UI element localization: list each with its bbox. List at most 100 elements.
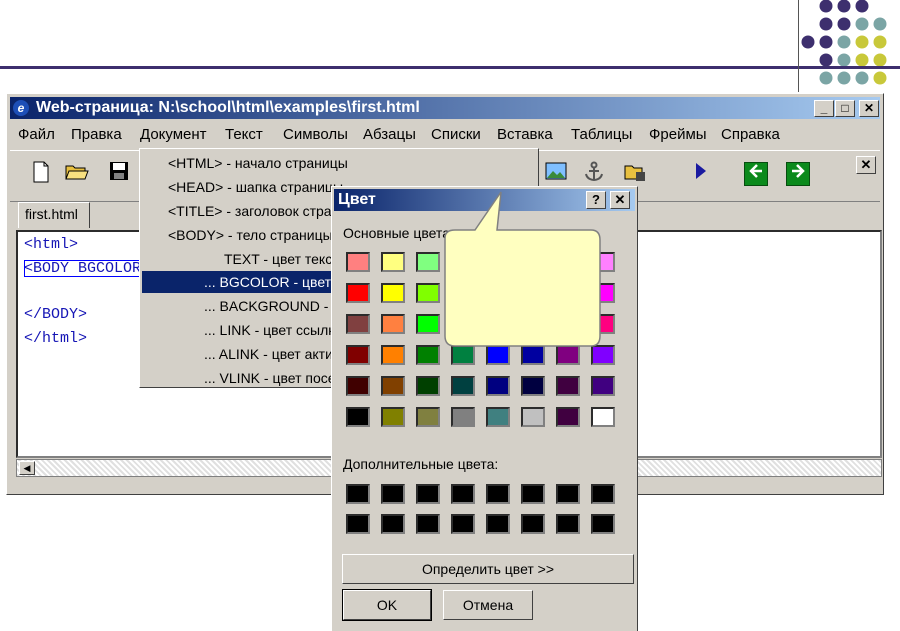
dropdown-item-html[interactable]: <HTML> - начало страницы bbox=[168, 152, 348, 174]
custom-color-swatch[interactable] bbox=[416, 514, 440, 534]
menu-edit[interactable]: Правка bbox=[71, 126, 122, 143]
custom-color-swatch[interactable] bbox=[486, 484, 510, 504]
basic-color-swatch[interactable] bbox=[486, 407, 510, 427]
decorative-dot bbox=[819, 53, 833, 67]
decorative-dot bbox=[873, 53, 887, 67]
basic-color-swatch[interactable] bbox=[346, 314, 370, 334]
play-icon[interactable] bbox=[688, 161, 714, 187]
basic-color-swatch[interactable] bbox=[451, 407, 475, 427]
custom-color-swatch[interactable] bbox=[486, 514, 510, 534]
custom-color-swatch[interactable] bbox=[381, 484, 405, 504]
basic-color-swatch[interactable] bbox=[381, 314, 405, 334]
dropdown-item-head[interactable]: <HEAD> - шапка страницы bbox=[168, 176, 343, 198]
basic-color-swatch[interactable] bbox=[451, 376, 475, 396]
app-icon: e bbox=[13, 100, 29, 116]
code-line-5: </html> bbox=[24, 330, 88, 347]
basic-color-swatch[interactable] bbox=[486, 376, 510, 396]
decorative-dot bbox=[855, 71, 869, 85]
decorative-dot bbox=[837, 0, 851, 13]
insert-anchor-icon[interactable] bbox=[581, 161, 607, 187]
basic-color-swatch[interactable] bbox=[381, 376, 405, 396]
custom-color-swatch[interactable] bbox=[591, 514, 615, 534]
basic-color-swatch[interactable] bbox=[346, 407, 370, 427]
decorative-dot bbox=[801, 35, 815, 49]
back-arrow-icon[interactable] bbox=[744, 162, 768, 186]
tab-first-html[interactable]: first.html bbox=[18, 202, 90, 228]
basic-color-swatch[interactable] bbox=[381, 345, 405, 365]
title-bar[interactable]: e Web-страница: N:\school\html\examples\… bbox=[10, 97, 880, 119]
toolbar-close-button[interactable]: ✕ bbox=[856, 156, 876, 174]
basic-color-swatch[interactable] bbox=[556, 407, 580, 427]
cancel-button[interactable]: Отмена bbox=[443, 590, 533, 620]
decorative-dot bbox=[855, 0, 869, 13]
custom-color-swatch[interactable] bbox=[346, 484, 370, 504]
menu-text[interactable]: Текст bbox=[225, 126, 263, 143]
callout-bubble bbox=[444, 191, 601, 347]
basic-color-swatch[interactable] bbox=[381, 252, 405, 272]
custom-colors-label: Дополнительные цвета: bbox=[343, 456, 499, 472]
menu-symbols[interactable]: Символы bbox=[283, 126, 348, 143]
decorative-dot bbox=[873, 71, 887, 85]
menu-tables[interactable]: Таблицы bbox=[571, 126, 632, 143]
dropdown-item-body[interactable]: <BODY> - тело страницы bbox=[168, 224, 333, 246]
decorative-dot bbox=[873, 17, 887, 31]
menu-document[interactable]: Документ bbox=[140, 126, 207, 143]
basic-color-swatch[interactable] bbox=[521, 376, 545, 396]
define-color-button[interactable]: Определить цвет >> bbox=[342, 554, 634, 584]
open-folder-icon[interactable] bbox=[64, 161, 90, 187]
menu-insert[interactable]: Вставка bbox=[497, 126, 553, 143]
forward-arrow-icon[interactable] bbox=[786, 162, 810, 186]
dropdown-item-link[interactable]: ... LINK - цвет ссылки bbox=[204, 319, 342, 341]
basic-color-swatch[interactable] bbox=[556, 376, 580, 396]
maximize-button[interactable]: □ bbox=[835, 100, 855, 117]
scroll-left-icon[interactable]: ◀ bbox=[19, 461, 35, 475]
menu-help[interactable]: Справка bbox=[721, 126, 780, 143]
basic-color-swatch[interactable] bbox=[346, 252, 370, 272]
basic-color-swatch[interactable] bbox=[591, 376, 615, 396]
basic-color-swatch[interactable] bbox=[346, 345, 370, 365]
decorative-dot bbox=[855, 17, 869, 31]
decorative-dot bbox=[837, 71, 851, 85]
decorative-dot bbox=[819, 71, 833, 85]
custom-color-swatch[interactable] bbox=[556, 514, 580, 534]
save-icon[interactable] bbox=[106, 161, 132, 187]
custom-color-swatch[interactable] bbox=[416, 484, 440, 504]
insert-image-icon[interactable] bbox=[543, 161, 569, 187]
basic-color-swatch[interactable] bbox=[416, 407, 440, 427]
basic-color-swatch[interactable] bbox=[521, 407, 545, 427]
custom-color-swatch[interactable] bbox=[521, 484, 545, 504]
basic-color-swatch[interactable] bbox=[381, 407, 405, 427]
ok-button[interactable]: OK bbox=[342, 589, 432, 621]
basic-color-swatch[interactable] bbox=[591, 407, 615, 427]
decorative-dot bbox=[837, 35, 851, 49]
dialog-close-button[interactable]: ✕ bbox=[610, 191, 630, 209]
code-line-4: </BODY> bbox=[24, 306, 88, 323]
custom-color-swatch[interactable] bbox=[451, 484, 475, 504]
custom-color-swatch[interactable] bbox=[556, 484, 580, 504]
menu-lists[interactable]: Списки bbox=[431, 126, 481, 143]
window-close-button[interactable]: ✕ bbox=[859, 100, 879, 117]
custom-color-swatch[interactable] bbox=[521, 514, 545, 534]
basic-color-swatch[interactable] bbox=[346, 283, 370, 303]
window-title: Web-страница: N:\school\html\examples\fi… bbox=[36, 99, 420, 116]
basic-color-swatch[interactable] bbox=[416, 376, 440, 396]
custom-color-swatch[interactable] bbox=[381, 514, 405, 534]
dropdown-item-text[interactable]: TEXT - цвет текста bbox=[224, 248, 346, 270]
custom-color-swatch[interactable] bbox=[591, 484, 615, 504]
custom-color-swatch[interactable] bbox=[451, 514, 475, 534]
decorative-dot bbox=[873, 35, 887, 49]
decorative-dot bbox=[837, 53, 851, 67]
menu-frames[interactable]: Фреймы bbox=[649, 126, 707, 143]
basic-color-swatch[interactable] bbox=[346, 376, 370, 396]
minimize-button[interactable]: _ bbox=[814, 100, 834, 117]
decorative-dot bbox=[855, 53, 869, 67]
insert-object-icon[interactable] bbox=[622, 161, 648, 187]
menu-file[interactable]: Файл bbox=[18, 126, 55, 143]
basic-color-swatch[interactable] bbox=[381, 283, 405, 303]
new-file-icon[interactable] bbox=[28, 161, 54, 187]
menu-paragraphs[interactable]: Абзацы bbox=[363, 126, 416, 143]
code-line-1: <html> bbox=[24, 236, 79, 253]
color-dialog-title-text: Цвет bbox=[338, 191, 376, 208]
custom-color-swatch[interactable] bbox=[346, 514, 370, 534]
decorative-line bbox=[0, 66, 900, 69]
